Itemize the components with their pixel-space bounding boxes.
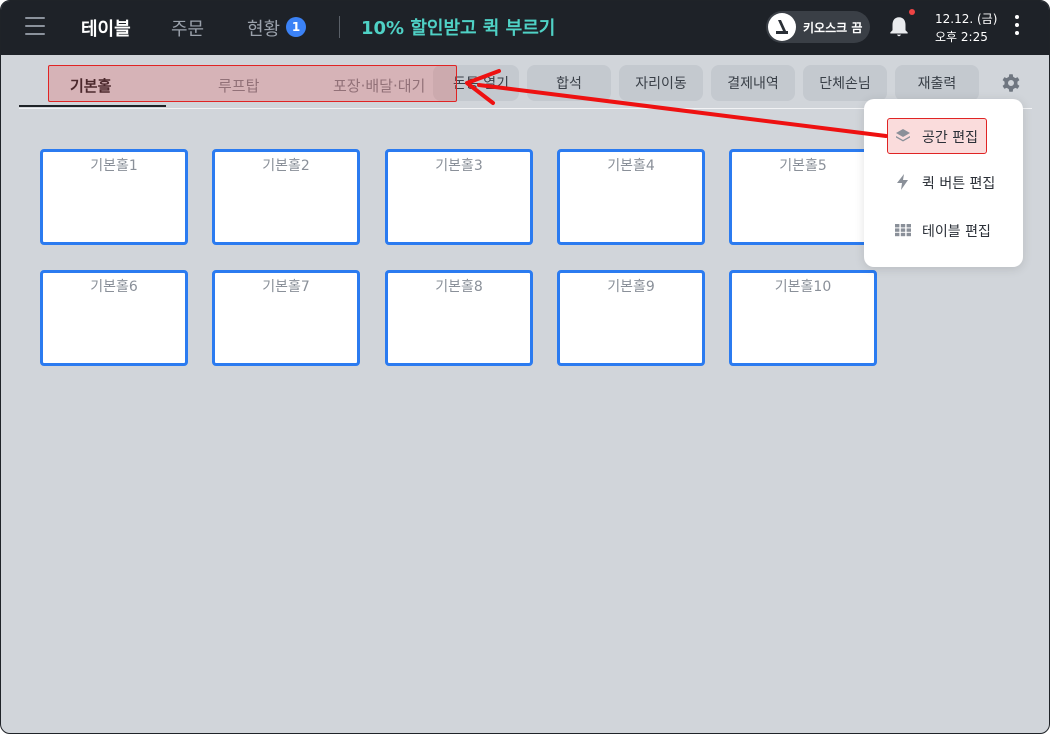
table-card-label: 기본홀9 bbox=[607, 279, 655, 295]
active-tab-underline bbox=[19, 105, 166, 107]
app-window: 테이블 주문 현황 1 10% 할인받고 퀵 부르기 키오스크 끔 12.12.… bbox=[0, 0, 1050, 734]
nav-tab-order[interactable]: 주문 bbox=[171, 15, 204, 41]
status-count-badge: 1 bbox=[286, 17, 306, 37]
hamburger-icon[interactable] bbox=[25, 17, 45, 37]
menu-item-quick-button-edit[interactable]: 퀵 버튼 편집 bbox=[864, 163, 1023, 201]
gear-icon[interactable] bbox=[999, 71, 1023, 95]
table-card-label: 기본홀4 bbox=[607, 158, 655, 174]
menu-item-label: 공간 편집 bbox=[922, 130, 978, 146]
table-card[interactable]: 기본홀9 bbox=[557, 270, 705, 366]
table-card-label: 기본홀6 bbox=[90, 279, 138, 295]
table-card[interactable]: 기본홀1 bbox=[40, 149, 188, 245]
kiosk-icon bbox=[776, 20, 788, 34]
group-guests-button[interactable]: 단체손님 bbox=[803, 65, 887, 101]
table-card[interactable]: 기본홀3 bbox=[385, 149, 533, 245]
nav-tab-status[interactable]: 현황 bbox=[247, 15, 280, 41]
space-tab-takeout[interactable]: 포장·배달·대기 bbox=[333, 75, 425, 96]
table-card-label: 기본홀7 bbox=[262, 279, 310, 295]
table-card-label: 기본홀3 bbox=[435, 158, 483, 174]
menu-item-table-edit[interactable]: 테이블 편집 bbox=[864, 211, 1023, 249]
bell-icon[interactable] bbox=[886, 14, 912, 40]
menu-item-label: 퀵 버튼 편집 bbox=[922, 176, 996, 192]
table-card-label: 기본홀5 bbox=[779, 158, 827, 174]
grid-icon bbox=[895, 224, 911, 237]
kiosk-toggle-knob bbox=[768, 13, 796, 41]
open-cash-drawer-button[interactable]: 돈통 열기 bbox=[433, 65, 519, 101]
quick-delivery-promo-link[interactable]: 10% 할인받고 퀵 부르기 bbox=[361, 14, 555, 40]
table-card[interactable]: 기본홀4 bbox=[557, 149, 705, 245]
table-card[interactable]: 기본홀8 bbox=[385, 270, 533, 366]
lightning-icon bbox=[897, 174, 908, 190]
settings-menu: 공간 편집 퀵 버튼 편집 테이블 편집 bbox=[864, 99, 1023, 267]
table-card-label: 기본홀2 bbox=[262, 158, 310, 174]
kiosk-toggle[interactable]: 키오스크 끔 bbox=[766, 11, 870, 43]
table-card-label: 기본홀8 bbox=[435, 279, 483, 295]
notification-dot bbox=[909, 9, 915, 15]
menu-item-space-edit[interactable]: 공간 편집 bbox=[887, 118, 987, 154]
top-bar: 테이블 주문 현황 1 10% 할인받고 퀵 부르기 키오스크 끔 12.12.… bbox=[1, 1, 1049, 55]
kiosk-toggle-label: 키오스크 끔 bbox=[803, 21, 863, 35]
merge-tables-button[interactable]: 합석 bbox=[527, 65, 611, 101]
table-card[interactable]: 기본홀2 bbox=[212, 149, 360, 245]
table-card[interactable]: 기본홀6 bbox=[40, 270, 188, 366]
table-card[interactable]: 기본홀10 bbox=[729, 270, 877, 366]
clock: 12.12. (금) 오후 2:25 bbox=[935, 10, 997, 46]
kebab-icon[interactable] bbox=[1011, 15, 1023, 39]
payment-history-button[interactable]: 결제내역 bbox=[711, 65, 795, 101]
nav-divider bbox=[339, 16, 340, 38]
nav-tab-table[interactable]: 테이블 bbox=[81, 15, 131, 41]
menu-item-label: 테이블 편집 bbox=[922, 224, 991, 240]
space-tab-rooftop[interactable]: 루프탑 bbox=[218, 75, 259, 96]
reprint-button[interactable]: 재출력 bbox=[895, 65, 979, 101]
clock-date: 12.12. (금) bbox=[935, 12, 998, 26]
clock-time: 오후 2:25 bbox=[935, 30, 988, 44]
move-seat-button[interactable]: 자리이동 bbox=[619, 65, 703, 101]
layers-icon bbox=[896, 129, 910, 142]
table-card-label: 기본홀1 bbox=[90, 158, 138, 174]
table-card-label: 기본홀10 bbox=[774, 279, 832, 295]
table-card[interactable]: 기본홀5 bbox=[729, 149, 877, 245]
space-tab-main-hall[interactable]: 기본홀 bbox=[70, 75, 111, 96]
table-card[interactable]: 기본홀7 bbox=[212, 270, 360, 366]
